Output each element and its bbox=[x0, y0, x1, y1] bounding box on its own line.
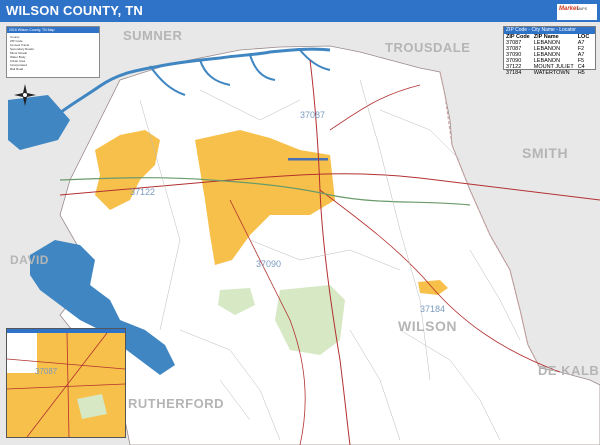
zip-table-title: ZIP Code - City Name - Locator bbox=[504, 27, 595, 34]
compass-rose-icon bbox=[14, 84, 36, 106]
zip-label: 37184 bbox=[420, 304, 446, 314]
county-label-davidson: DAVID bbox=[10, 253, 49, 267]
map-title: WILSON COUNTY, TN bbox=[6, 3, 144, 18]
legend-title: 2016 Wilson County, TN Map bbox=[7, 27, 99, 33]
zip-table-row: 37184 WATERTOWN H5 bbox=[504, 70, 591, 76]
county-label-smith: SMITH bbox=[522, 145, 569, 161]
map-legend: 2016 Wilson County, TN Map County ZIP Co… bbox=[6, 26, 100, 78]
county-label-sumner: SUMNER bbox=[123, 28, 183, 43]
county-label-trousdale: TROUSDALE bbox=[385, 40, 471, 55]
logo-brand: Market bbox=[559, 6, 579, 12]
inset-white-area bbox=[7, 333, 37, 373]
inset-title-bar bbox=[7, 329, 125, 333]
map-frame: WILSON COUNTY, TN Market MAPS 2016 Wilso… bbox=[0, 0, 600, 445]
legend-row: Rail Road bbox=[10, 67, 24, 71]
county-label-wilson: WILSON bbox=[398, 318, 457, 334]
inset-map[interactable]: 37087 bbox=[6, 328, 126, 438]
zip-label: 37122 bbox=[130, 187, 156, 197]
zip-code-table: ZIP Code - City Name - Locator ZIP Code … bbox=[503, 26, 596, 76]
zip-cell: 37184 bbox=[506, 70, 522, 76]
zip-label: 37090 bbox=[256, 259, 282, 269]
title-bar: WILSON COUNTY, TN bbox=[0, 0, 600, 22]
logo-brand-secondary: MAPS bbox=[577, 7, 587, 11]
publisher-logo: Market MAPS bbox=[557, 4, 597, 20]
zip-cell: WATERTOWN bbox=[533, 70, 570, 76]
zip-label: 37087 bbox=[300, 110, 326, 120]
zip-table: ZIP Code ZIP Name LOC 37087 LEBANON A7 3… bbox=[504, 34, 591, 76]
inset-canvas bbox=[7, 332, 125, 437]
county-label-rutherford: RUTHERFORD bbox=[128, 396, 224, 411]
zip-cell: H5 bbox=[577, 70, 585, 76]
county-label-dekalb: DE KALB bbox=[538, 363, 600, 378]
inset-zip-label: 37087 bbox=[35, 367, 58, 376]
lebanon-highlight bbox=[288, 158, 328, 161]
